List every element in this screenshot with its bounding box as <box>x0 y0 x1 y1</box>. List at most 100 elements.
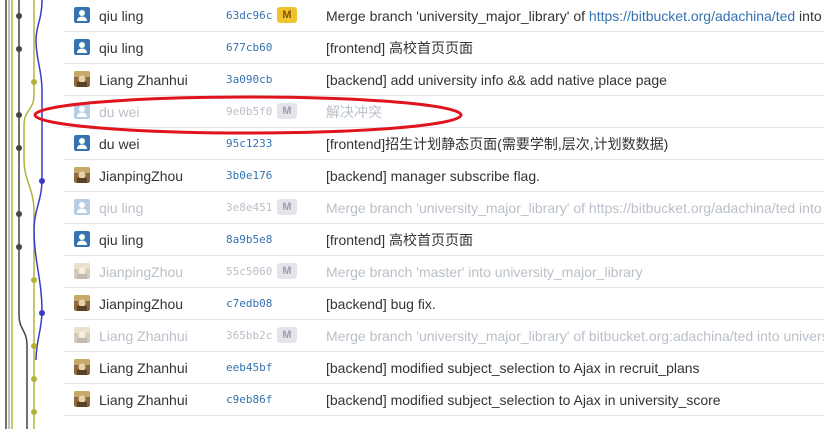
commit-node <box>39 310 45 316</box>
commit-message-text: [backend] manager subscribe flag. <box>326 167 541 184</box>
commit-row[interactable]: qiu ling 63dc96c M Merge branch 'university… <box>64 0 824 32</box>
commit-message[interactable]: [frontend] 高校首页页面 <box>326 38 473 58</box>
commit-node <box>16 112 22 118</box>
commit-row[interactable]: qiu ling 677cb60 [frontend] 高校首页页面 <box>64 32 824 64</box>
commit-message-text: [frontend] 高校首页页面 <box>326 39 474 56</box>
commit-message-tail: into university_major_library <box>799 7 824 24</box>
commit-message[interactable]: Merge branch 'university_major_library' … <box>326 200 824 216</box>
photo-avatar-icon[interactable] <box>74 167 90 183</box>
commit-message[interactable]: Merge branch 'master' into university_ma… <box>326 264 643 280</box>
commit-list: qiu ling 63dc96c M Merge branch 'university… <box>64 0 824 416</box>
commit-node <box>16 46 22 52</box>
commit-row[interactable]: JianpingZhou 3b0e176 [backend] manager sub… <box>64 160 824 192</box>
merge-badge: M <box>277 7 297 23</box>
photo-avatar-icon[interactable] <box>74 359 90 375</box>
commit-node <box>39 178 45 184</box>
commit-row[interactable]: du wei 95c1233 [frontend]招生计划静态页面(需要学制,层次,… <box>64 128 824 160</box>
author-name[interactable]: Liang Zhanhui <box>99 360 188 376</box>
author-name[interactable]: du wei <box>99 104 139 120</box>
commit-message[interactable]: [backend] modified subject_selection to … <box>326 392 721 408</box>
commit-node <box>31 409 37 415</box>
user-avatar-icon[interactable] <box>74 39 90 55</box>
repository-link[interactable]: https://bitbucket.org/adachina/ted <box>589 200 795 216</box>
merge-badge: M <box>277 199 297 215</box>
author-name[interactable]: JianpingZhou <box>99 296 183 312</box>
commit-message[interactable]: [backend] manager subscribe flag. <box>326 168 540 184</box>
commit-hash-link[interactable]: 63dc96c <box>226 9 272 22</box>
merge-badge: M <box>277 327 297 343</box>
commit-message[interactable]: 解决冲突 <box>326 102 382 122</box>
commit-hash-link[interactable]: eeb45bf <box>226 361 272 374</box>
commit-node <box>31 376 37 382</box>
photo-avatar-icon[interactable] <box>74 391 90 407</box>
commit-message-text: Merge branch 'university_major_library' … <box>326 199 589 216</box>
user-avatar-icon[interactable] <box>74 103 90 119</box>
commit-message[interactable]: [backend] bug fix. <box>326 296 436 312</box>
commit-message-tail: into university_major_library <box>799 199 824 216</box>
merge-badge: M <box>277 103 297 119</box>
commit-row[interactable]: Liang Zhanhui 365bb2c M Merge branch 'unive… <box>64 320 824 352</box>
commit-message[interactable]: [frontend]招生计划静态页面(需要学制,层次,计划数数据) <box>326 134 668 154</box>
commit-message-text: Merge branch 'university_major_library' … <box>326 7 589 24</box>
commit-message-text: [backend] bug fix. <box>326 295 436 312</box>
commit-node <box>31 343 37 349</box>
author-name[interactable]: JianpingZhou <box>99 264 183 280</box>
commit-hash-link[interactable]: 677cb60 <box>226 41 272 54</box>
photo-avatar-icon[interactable] <box>74 71 90 87</box>
commit-hash-link[interactable]: 3a090cb <box>226 73 272 86</box>
author-name[interactable]: Liang Zhanhui <box>99 328 188 344</box>
commit-row[interactable]: Liang Zhanhui c9eb86f [backend] modified s… <box>64 384 824 416</box>
commit-message-text: 解决冲突 <box>326 103 382 120</box>
photo-avatar-icon[interactable] <box>74 327 90 343</box>
author-name[interactable]: JianpingZhou <box>99 168 183 184</box>
commit-message-text: [backend] add university info && add nat… <box>326 71 667 88</box>
commit-message[interactable]: [backend] modified subject_selection to … <box>326 360 700 376</box>
commit-row[interactable]: Liang Zhanhui eeb45bf [backend] modified s… <box>64 352 824 384</box>
user-avatar-icon[interactable] <box>74 199 90 215</box>
commit-graph <box>5 0 45 429</box>
author-name[interactable]: qiu ling <box>99 200 143 216</box>
photo-avatar-icon[interactable] <box>74 263 90 279</box>
user-avatar-icon[interactable] <box>74 231 90 247</box>
commit-row[interactable]: JianpingZhou 55c5060 M Merge branch 'master… <box>64 256 824 288</box>
commit-row[interactable]: JianpingZhou c7edb08 [backend] bug fix. <box>64 288 824 320</box>
user-avatar-icon[interactable] <box>74 7 90 23</box>
commit-hash-link[interactable]: 3b0e176 <box>226 169 272 182</box>
commit-node <box>16 13 22 19</box>
repository-link[interactable]: https://bitbucket.org/adachina/ted <box>589 8 795 24</box>
commit-row[interactable]: qiu ling 8a9b5e8 [frontend] 高校首页页面 <box>64 224 824 256</box>
commit-hash-link[interactable]: 95c1233 <box>226 137 272 150</box>
commit-node <box>31 79 37 85</box>
author-name[interactable]: du wei <box>99 136 139 152</box>
author-name[interactable]: Liang Zhanhui <box>99 392 188 408</box>
graph-line-olive <box>23 0 35 429</box>
user-avatar-icon[interactable] <box>74 135 90 151</box>
commit-hash-link[interactable]: 55c5060 <box>226 265 272 278</box>
commit-row[interactable]: qiu ling 3e8e451 M Merge branch 'university… <box>64 192 824 224</box>
commit-node <box>16 211 22 217</box>
author-name[interactable]: qiu ling <box>99 232 143 248</box>
commit-message-text: [frontend] 高校首页页面 <box>326 231 474 248</box>
commit-hash-link[interactable]: c9eb86f <box>226 393 272 406</box>
author-name[interactable]: qiu ling <box>99 8 143 24</box>
photo-avatar-icon[interactable] <box>74 295 90 311</box>
commit-row[interactable]: du wei 9e0b5f0 M 解决冲突 <box>64 96 824 128</box>
commit-message[interactable]: [frontend] 高校首页页面 <box>326 230 473 250</box>
commit-message[interactable]: [backend] add university info && add nat… <box>326 72 667 88</box>
author-name[interactable]: qiu ling <box>99 40 143 56</box>
commit-hash-link[interactable]: c7edb08 <box>226 297 272 310</box>
commit-message-text: [frontend]招生计划静态页面(需要学制,层次,计划数数据) <box>326 135 669 152</box>
commit-node <box>16 244 22 250</box>
author-name[interactable]: Liang Zhanhui <box>99 72 188 88</box>
commit-node <box>31 277 37 283</box>
commit-message[interactable]: Merge branch 'university_major_library' … <box>326 328 824 344</box>
commit-node <box>16 145 22 151</box>
commit-message-text: [backend] modified subject_selection to … <box>326 359 700 376</box>
merge-badge: M <box>277 263 297 279</box>
commit-message[interactable]: Merge branch 'university_major_library' … <box>326 8 824 24</box>
commit-hash-link[interactable]: 365bb2c <box>226 329 272 342</box>
commit-hash-link[interactable]: 8a9b5e8 <box>226 233 272 246</box>
commit-hash-link[interactable]: 9e0b5f0 <box>226 105 272 118</box>
commit-row[interactable]: Liang Zhanhui 3a090cb [backend] add univer… <box>64 64 824 96</box>
commit-hash-link[interactable]: 3e8e451 <box>226 201 272 214</box>
